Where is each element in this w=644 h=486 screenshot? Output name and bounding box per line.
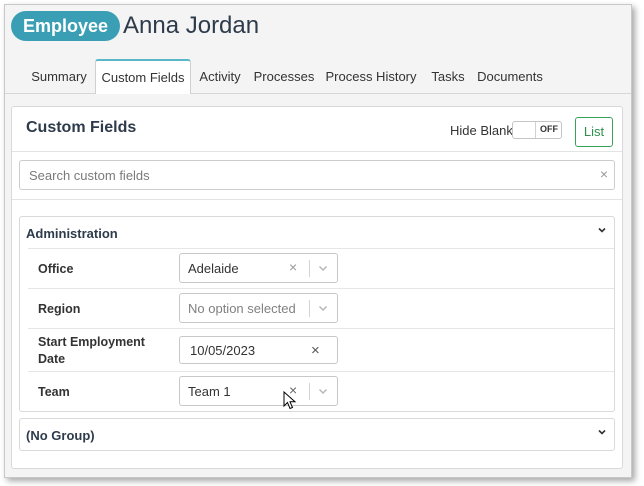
- custom-fields-panel: Custom Fields Hide Blank OFF List × Admi…: [11, 106, 623, 469]
- chevron-down-icon[interactable]: [596, 224, 608, 236]
- field-row-team: Team Team 1 ×: [28, 371, 614, 412]
- field-label: Team: [38, 385, 70, 399]
- field-label-line: Date: [38, 352, 66, 366]
- divider: [12, 199, 622, 200]
- panel-title: Custom Fields: [26, 119, 137, 136]
- group-header-administration[interactable]: Administration: [20, 217, 614, 248]
- tab-tasks[interactable]: Tasks: [427, 61, 469, 93]
- tab-activity[interactable]: Activity: [193, 61, 247, 93]
- group-no-group: (No Group): [19, 418, 615, 451]
- mouse-pointer-icon: [283, 391, 297, 410]
- entity-type-badge: Employee: [11, 11, 121, 41]
- team-select[interactable]: Team 1 ×: [179, 376, 338, 406]
- hide-blank-toggle[interactable]: OFF: [512, 121, 562, 139]
- select-value: Adelaide: [188, 261, 239, 276]
- search-box: ×: [19, 160, 615, 190]
- toggle-state-text: OFF: [540, 124, 558, 134]
- group-title: (No Group): [26, 428, 95, 443]
- chevron-down-icon[interactable]: [317, 262, 329, 274]
- hide-blank-label: Hide Blank: [450, 123, 513, 138]
- chevron-down-icon[interactable]: [317, 385, 329, 397]
- divider: [12, 151, 622, 152]
- page-header: Employee Anna Jordan: [5, 5, 631, 51]
- divider: [309, 300, 310, 317]
- start-employment-date-input[interactable]: 10/05/2023 ×: [179, 336, 338, 364]
- field-label: Region: [38, 302, 81, 316]
- divider: [309, 260, 310, 277]
- field-row-region: Region No option selected: [28, 288, 614, 329]
- tab-custom-fields[interactable]: Custom Fields: [95, 59, 191, 94]
- field-label-line: Start Employment: [38, 335, 145, 349]
- office-select[interactable]: Adelaide ×: [179, 253, 338, 283]
- chevron-down-icon[interactable]: [596, 426, 608, 438]
- clear-icon[interactable]: ×: [289, 259, 297, 275]
- tab-summary[interactable]: Summary: [19, 61, 99, 93]
- group-administration: Administration Office Adelaide × Region …: [19, 216, 615, 412]
- select-value: No option selected: [188, 301, 296, 316]
- select-value: Team 1: [188, 384, 231, 399]
- field-row-start-employment-date: Start Employment Date 10/05/2023 ×: [28, 328, 614, 372]
- search-input[interactable]: [20, 161, 590, 189]
- field-label: Office: [38, 262, 74, 276]
- tab-content: Custom Fields Hide Blank OFF List × Admi…: [5, 94, 631, 477]
- tab-processes[interactable]: Processes: [251, 61, 317, 93]
- clear-icon[interactable]: ×: [311, 342, 320, 359]
- tab-bar: Summary Custom Fields Activity Processes…: [5, 51, 631, 94]
- date-value: 10/05/2023: [190, 343, 256, 358]
- app-window: Employee Anna Jordan Summary Custom Fiel…: [4, 4, 632, 478]
- list-view-button[interactable]: List: [575, 117, 613, 147]
- tab-process-history[interactable]: Process History: [323, 61, 419, 93]
- tab-documents[interactable]: Documents: [475, 61, 545, 93]
- clear-search-icon[interactable]: ×: [600, 166, 608, 182]
- divider: [309, 383, 310, 400]
- toggle-knob: [513, 122, 536, 138]
- group-header-no-group[interactable]: (No Group): [20, 419, 614, 450]
- employee-name: Anna Jordan: [123, 12, 260, 39]
- field-label: Start Employment Date: [38, 334, 145, 368]
- region-select[interactable]: No option selected: [179, 293, 338, 323]
- chevron-down-icon[interactable]: [317, 302, 329, 314]
- group-title: Administration: [26, 226, 118, 241]
- field-row-office: Office Adelaide ×: [28, 248, 614, 289]
